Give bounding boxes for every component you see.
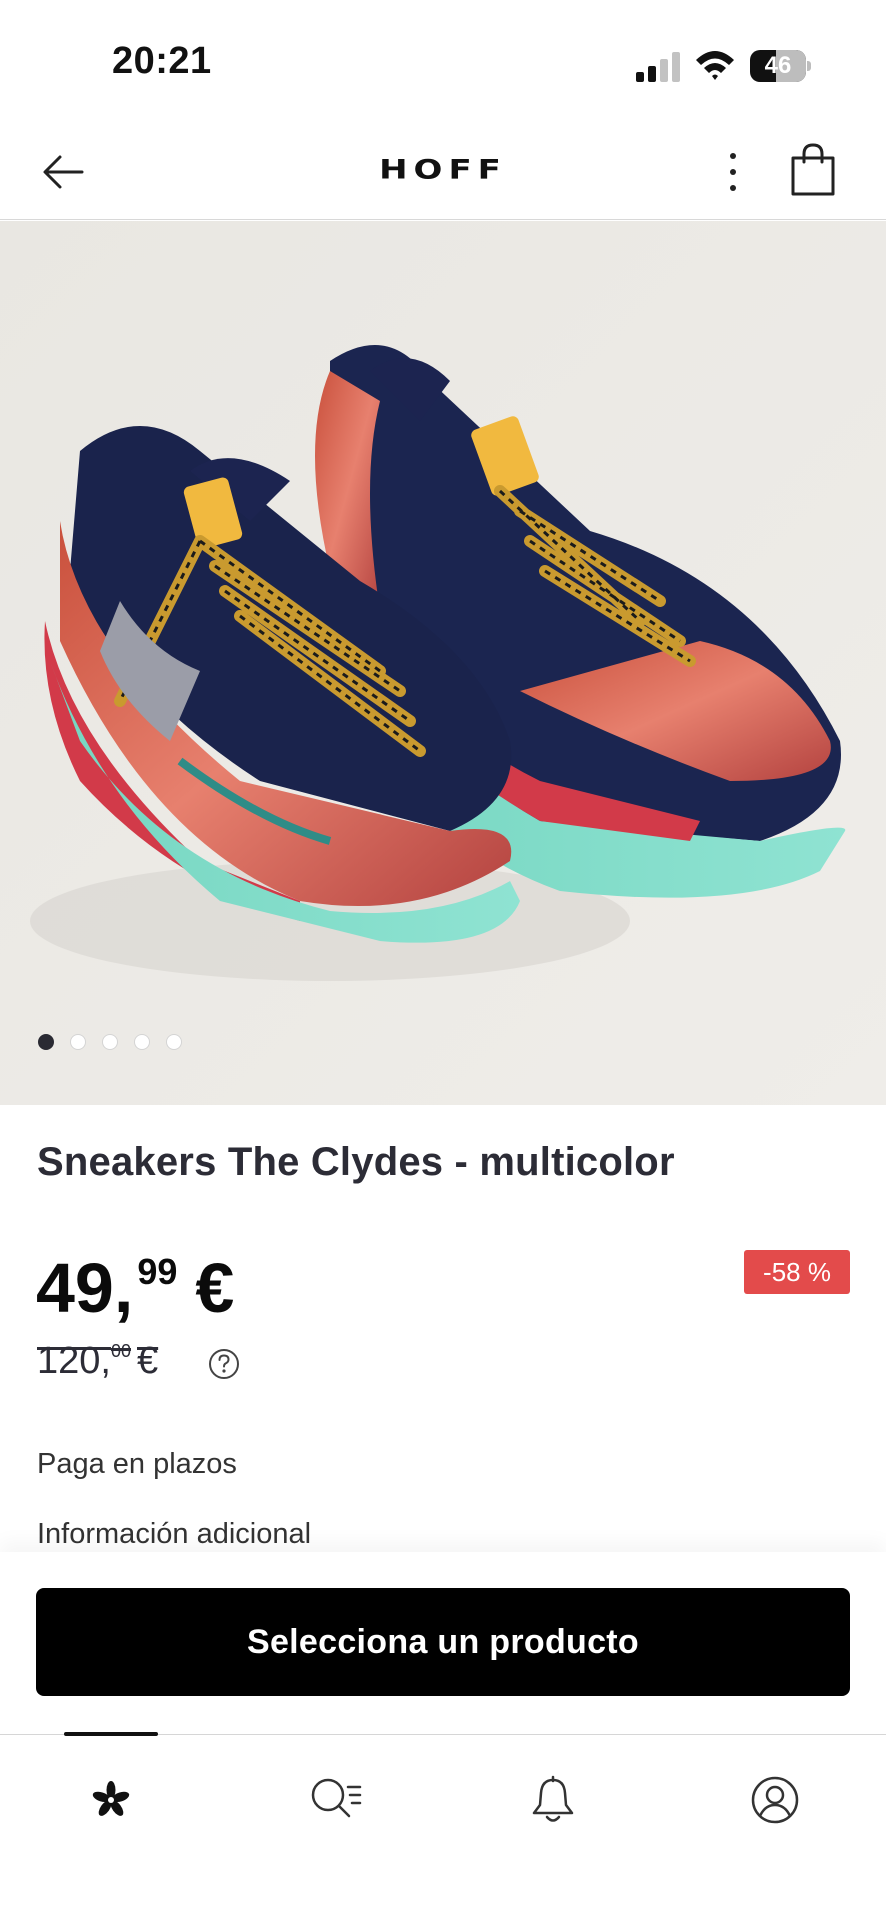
brand-logo[interactable]: HOFF (0, 154, 886, 185)
sneakers-photo (0, 221, 886, 1105)
status-time: 20:21 (112, 40, 212, 82)
price-currency: € (195, 1249, 235, 1327)
question-help-icon[interactable] (208, 1348, 240, 1380)
original-price: 120,00 € (37, 1338, 158, 1388)
cellular-signal-icon (636, 52, 680, 82)
bell-icon (532, 1775, 574, 1822)
product-image-carousel[interactable] (0, 221, 886, 1105)
user-account-icon (751, 1776, 799, 1824)
installments-link[interactable]: Paga en plazos (37, 1448, 237, 1481)
flower-home-icon (92, 1781, 130, 1816)
shopping-bag-icon[interactable] (788, 142, 838, 198)
price-cents: 99 (137, 1251, 178, 1292)
carousel-dot[interactable] (102, 1034, 118, 1050)
carousel-dot[interactable] (70, 1034, 86, 1050)
status-bar: 20:21 46 (0, 0, 886, 120)
current-price: 49, 99 € (36, 1248, 234, 1338)
top-navigation-bar: HOFF (0, 120, 886, 220)
old-price-integer: 120, (37, 1340, 111, 1382)
old-price-cents: 00 (110, 1341, 131, 1361)
additional-info-link[interactable]: Información adicional (37, 1518, 311, 1551)
battery-icon: 46 (750, 50, 811, 82)
carousel-dot[interactable] (38, 1034, 54, 1050)
price-integer: 49, (36, 1249, 134, 1327)
nav-account[interactable] (740, 1765, 810, 1835)
carousel-dot[interactable] (166, 1034, 182, 1050)
carousel-dot[interactable] (134, 1034, 150, 1050)
nav-notifications[interactable] (518, 1765, 588, 1835)
bottom-navigation (0, 1732, 886, 1920)
cta-container: Selecciona un producto (0, 1552, 886, 1734)
search-list-icon (311, 1778, 362, 1818)
active-tab-indicator (64, 1732, 158, 1736)
battery-level: 46 (764, 52, 792, 79)
wifi-icon (696, 51, 734, 80)
nav-search[interactable] (298, 1765, 368, 1835)
old-price-currency: € (137, 1340, 159, 1382)
select-product-button[interactable]: Selecciona un producto (36, 1588, 850, 1696)
more-vertical-icon[interactable] (718, 148, 748, 196)
discount-badge: -58 % (744, 1250, 850, 1294)
product-title: Sneakers The Clydes - multicolor (37, 1140, 675, 1184)
nav-home[interactable] (76, 1765, 146, 1835)
